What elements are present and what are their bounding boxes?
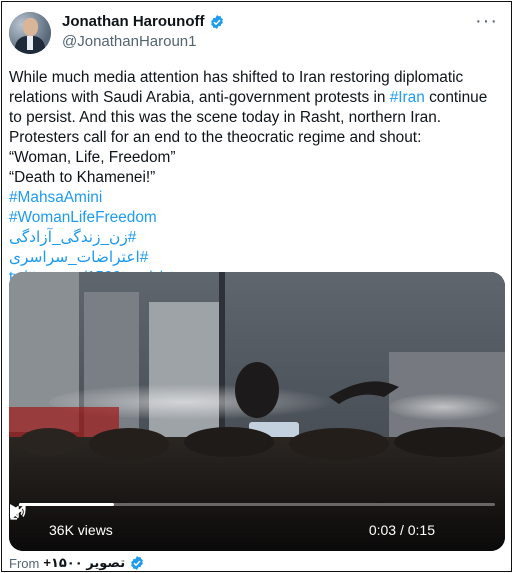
hashtag-womanlifefreedom-link[interactable]: #WomanLifeFreedom [9, 208, 507, 228]
author-handle[interactable]: @JonathanHaroun1 [62, 33, 197, 50]
author-row: Jonathan Harounoff [62, 13, 225, 30]
tweet-text: While much media attention has shifted t… [9, 68, 507, 288]
from-label: From [9, 555, 40, 571]
verified-badge-icon [210, 14, 223, 29]
video-progress-fill [19, 503, 115, 506]
view-count: 36K views [49, 522, 113, 538]
more-icon[interactable]: ··· [475, 10, 498, 33]
fullscreen-icon[interactable] [9, 503, 27, 521]
video-time: 0:03 / 0:15 [368, 522, 435, 538]
tweet-line: “Death to Khamenei!” [9, 169, 156, 186]
author-display-name[interactable]: Jonathan Harounoff [62, 13, 205, 30]
hashtag-farsi-1-link[interactable]: #زن_زندگی_آزادگی [9, 228, 507, 248]
hashtag-mahsaamini-link[interactable]: #MahsaAmini [9, 188, 507, 208]
tweet-text-fragment: relations with Saudi Arabia, anti-govern… [9, 89, 390, 106]
tweet-text-fragment: continue [424, 89, 488, 106]
tweet-line: relations with Saudi Arabia, anti-govern… [9, 88, 507, 108]
source-account-name[interactable]: تصویر ۱۵۰۰+ [43, 555, 125, 571]
source-attribution: From تصویر ۱۵۰۰+ [9, 555, 145, 571]
video-player[interactable]: 36K views 0:03 / 0:15 [9, 272, 505, 551]
tweet-card: Jonathan Harounoff @JonathanHaroun1 ··· … [1, 1, 512, 572]
hashtag-iran-link[interactable]: #Iran [390, 89, 425, 106]
tweet-line: While much media attention has shifted t… [9, 69, 464, 86]
video-progress-bar[interactable] [19, 503, 495, 506]
tweet-line: Protesters call for an end to the theocr… [9, 129, 422, 146]
tweet-line: “Woman, Life, Freedom” [9, 149, 176, 166]
verified-badge-icon [131, 556, 143, 570]
tweet-line: to persist. And this was the scene today… [9, 109, 442, 126]
hashtag-farsi-2-link[interactable]: #اعتراضات_سراسری [9, 248, 507, 268]
video-controls: 36K views 0:03 / 0:15 [9, 503, 505, 551]
avatar[interactable] [9, 12, 51, 54]
